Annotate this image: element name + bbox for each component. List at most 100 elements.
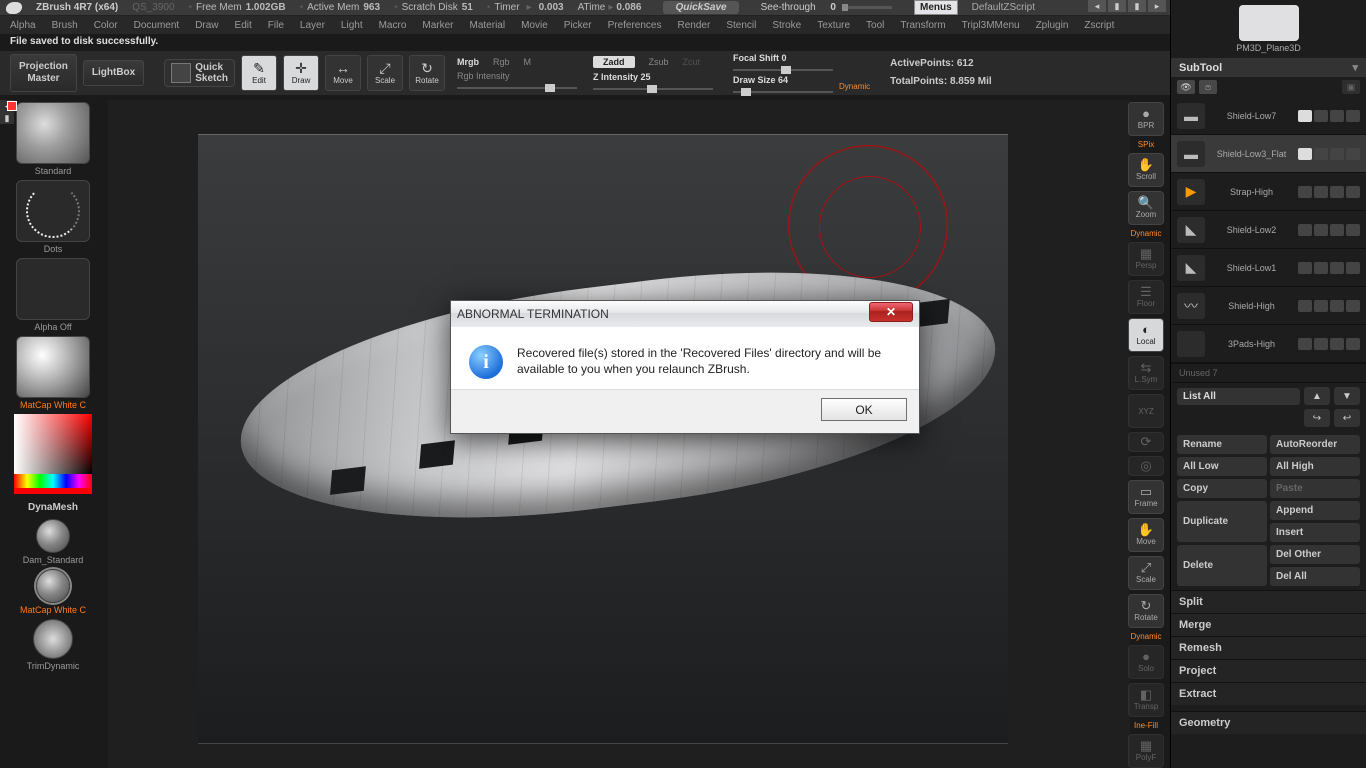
append-button[interactable]: Append xyxy=(1270,501,1360,520)
menu-macro[interactable]: Macro xyxy=(379,20,407,31)
subtool-row[interactable]: 3Pads-High xyxy=(1171,325,1366,363)
all-low-button[interactable]: All Low xyxy=(1177,457,1267,476)
merge-section[interactable]: Merge xyxy=(1171,613,1366,636)
focal-shift-label[interactable]: Focal Shift 0 xyxy=(733,53,833,63)
menu-file[interactable]: File xyxy=(268,20,284,31)
z-intensity-label[interactable]: Z Intensity 25 xyxy=(593,72,713,82)
menu-brush[interactable]: Brush xyxy=(52,20,78,31)
draw-mode-button[interactable]: ✛Draw xyxy=(283,55,319,91)
material-thumbnail[interactable] xyxy=(16,336,90,398)
subtool-row[interactable]: ▶Strap-High xyxy=(1171,173,1366,211)
swap-down-icon[interactable]: ↩ xyxy=(1334,409,1360,427)
z-intensity-slider[interactable] xyxy=(593,88,713,90)
shelf-prev-icon[interactable]: ◂ xyxy=(1088,0,1106,12)
subtool-row[interactable]: ▬Shield-Low3_Flat xyxy=(1171,135,1366,173)
stroke-thumbnail[interactable] xyxy=(16,180,90,242)
brush-thumbnail[interactable] xyxy=(16,102,90,164)
menu-movie[interactable]: Movie xyxy=(521,20,548,31)
subtool-row[interactable]: ▬Shield-Low7 xyxy=(1171,97,1366,135)
active-tool-thumbnail[interactable] xyxy=(1239,5,1299,41)
bpr-button[interactable]: ●BPR xyxy=(1128,102,1164,136)
zsub-toggle[interactable]: Zsub xyxy=(649,57,669,67)
m-toggle[interactable]: M xyxy=(524,57,532,67)
menus-toggle[interactable]: Menus xyxy=(914,0,958,15)
projection-master-button[interactable]: Projection Master xyxy=(10,54,77,92)
remesh-section[interactable]: Remesh xyxy=(1171,636,1366,659)
quicksave-button[interactable]: QuickSave xyxy=(663,1,738,14)
zcut-toggle[interactable]: Zcut xyxy=(683,57,701,67)
geometry-section[interactable]: Geometry xyxy=(1171,711,1366,734)
scale-mode-button[interactable]: ⤢Scale xyxy=(367,55,403,91)
menu-document[interactable]: Document xyxy=(134,20,180,31)
eye-closed-icon[interactable]: ෆ xyxy=(1199,80,1217,94)
polyf-button[interactable]: ▦PolyF xyxy=(1128,734,1164,768)
menu-marker[interactable]: Marker xyxy=(422,20,453,31)
menu-render[interactable]: Render xyxy=(678,20,711,31)
project-name[interactable]: QS_3900 xyxy=(132,2,174,13)
menu-stencil[interactable]: Stencil xyxy=(726,20,756,31)
recenter-button[interactable]: ⟳ xyxy=(1128,432,1164,452)
menu-draw[interactable]: Draw xyxy=(195,20,218,31)
subtool-header[interactable]: SubTool▾ xyxy=(1171,58,1366,77)
canvas-area[interactable] xyxy=(108,100,1130,768)
copy-button[interactable]: Copy xyxy=(1177,479,1267,498)
move-nav-button[interactable]: ✋Move xyxy=(1128,518,1164,552)
menu-edit[interactable]: Edit xyxy=(235,20,252,31)
menu-material[interactable]: Material xyxy=(470,20,506,31)
menu-transform[interactable]: Transform xyxy=(900,20,945,31)
rename-button[interactable]: Rename xyxy=(1177,435,1267,454)
rgb-toggle[interactable]: Rgb xyxy=(493,57,510,67)
menu-tripl3m[interactable]: Tripl3MMenu xyxy=(962,20,1020,31)
project-section[interactable]: Project xyxy=(1171,659,1366,682)
subtool-row[interactable]: ◣Shield-Low1 xyxy=(1171,249,1366,287)
menu-tool[interactable]: Tool xyxy=(866,20,884,31)
persp-button[interactable]: ▦Persp xyxy=(1128,242,1164,276)
list-all-button[interactable]: List All xyxy=(1177,388,1300,405)
frame-button[interactable]: ▭Frame xyxy=(1128,480,1164,514)
document-frame[interactable] xyxy=(198,134,1008,744)
menu-light[interactable]: Light xyxy=(341,20,363,31)
shelf-bar-icon[interactable]: ▮ xyxy=(1108,0,1126,12)
default-zscript[interactable]: DefaultZScript xyxy=(972,2,1035,13)
lightbox-button[interactable]: LightBox xyxy=(83,60,144,86)
solo-button[interactable]: ●Solo xyxy=(1128,645,1164,679)
autoreorder-button[interactable]: AutoReorder xyxy=(1270,435,1360,454)
scale-nav-button[interactable]: ⤢Scale xyxy=(1128,556,1164,590)
transp-button[interactable]: ◧Transp xyxy=(1128,683,1164,717)
quick-sketch-button[interactable]: Quick Sketch xyxy=(164,59,235,87)
menu-preferences[interactable]: Preferences xyxy=(608,20,662,31)
matcap2-thumbnail[interactable] xyxy=(36,569,70,603)
swap-up-icon[interactable]: ↪ xyxy=(1304,409,1330,427)
rgb-intensity-slider[interactable] xyxy=(457,87,577,89)
menu-zplugin[interactable]: Zplugin xyxy=(1036,20,1069,31)
xyz-button[interactable]: XYZ xyxy=(1128,394,1164,428)
rgb-intensity-label[interactable]: Rgb Intensity xyxy=(457,71,577,81)
floor-button[interactable]: ☰Floor xyxy=(1128,280,1164,314)
menu-alpha[interactable]: Alpha xyxy=(10,20,36,31)
collapse-icon[interactable]: ▾ xyxy=(1352,61,1358,74)
menu-zscript[interactable]: Zscript xyxy=(1084,20,1114,31)
fit-button[interactable]: ◎ xyxy=(1128,456,1164,476)
subtool-row[interactable]: ◣Shield-Low2 xyxy=(1171,211,1366,249)
move-up-icon[interactable]: ▲ xyxy=(1304,387,1330,405)
all-high-button[interactable]: All High xyxy=(1270,457,1360,476)
trim-dynamic-thumbnail[interactable] xyxy=(33,619,73,659)
dialog-titlebar[interactable]: ABNORMAL TERMINATION ✕ xyxy=(451,301,919,327)
draw-size-label[interactable]: Draw Size 64 xyxy=(733,75,833,85)
eye-open-icon[interactable]: 👁 xyxy=(1177,80,1195,94)
shelf-bar2-icon[interactable]: ▮ xyxy=(1128,0,1146,12)
mrgb-toggle[interactable]: Mrgb xyxy=(457,57,479,67)
menu-color[interactable]: Color xyxy=(94,20,118,31)
subtool-row[interactable]: 〰Shield-High xyxy=(1171,287,1366,325)
zadd-toggle[interactable]: Zadd xyxy=(593,56,635,68)
local-button[interactable]: ◐Local xyxy=(1128,318,1164,352)
move-mode-button[interactable]: ↔Move xyxy=(325,55,361,91)
edit-mode-button[interactable]: ✎Edit xyxy=(241,55,277,91)
insert-button[interactable]: Insert xyxy=(1270,523,1360,542)
scroll-button[interactable]: ✋Scroll xyxy=(1128,153,1164,187)
del-other-button[interactable]: Del Other xyxy=(1270,545,1360,564)
duplicate-button[interactable]: Duplicate xyxy=(1177,501,1267,542)
paste-button[interactable]: Paste xyxy=(1270,479,1360,498)
lsym-button[interactable]: ⇆L.Sym xyxy=(1128,356,1164,390)
shelf-next-icon[interactable]: ▸ xyxy=(1148,0,1166,12)
